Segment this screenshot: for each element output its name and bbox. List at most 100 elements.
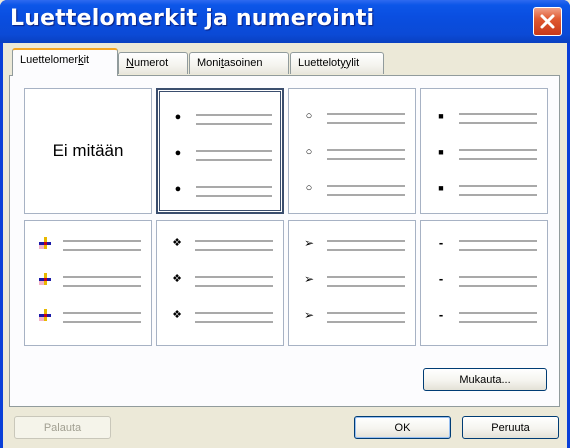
none-label: Ei mitään <box>52 141 124 160</box>
text-line <box>459 285 537 287</box>
hollow-circle-icon: ○ <box>305 110 313 122</box>
bullet-row <box>25 272 151 292</box>
text-line <box>459 194 537 196</box>
bullet-option-filled-dot[interactable]: ● ● ● <box>156 88 284 214</box>
bullet-row: ■ <box>421 181 547 201</box>
colored-cross-icon <box>38 272 52 286</box>
text-line <box>327 276 405 278</box>
text-line <box>327 312 405 314</box>
text-line <box>459 276 537 278</box>
bullet-row: ● <box>158 110 282 130</box>
cancel-button[interactable]: Peruuta <box>462 416 559 439</box>
text-line <box>327 240 405 242</box>
text-line <box>195 240 273 242</box>
dialog-body: Luettelomerkit Numerot Monitasoinen Luet… <box>3 43 567 448</box>
bullet-row: ➢ <box>289 308 415 328</box>
text-line <box>195 276 273 278</box>
tab-numerot[interactable]: Numerot <box>118 52 188 74</box>
text-line <box>459 321 537 323</box>
tab-label: Luettelomerkit <box>20 54 90 66</box>
customize-button[interactable]: Mukauta... <box>423 368 547 391</box>
hollow-circle-icon: ○ <box>305 182 313 194</box>
text-line <box>196 150 272 152</box>
text-line <box>195 312 273 314</box>
bullet-row: ○ <box>289 109 415 129</box>
colored-cross-icon <box>38 308 52 322</box>
four-diamond-icon: ❖ <box>172 309 182 321</box>
filled-dot-icon: ● <box>174 183 182 195</box>
dash-icon: - <box>438 271 444 286</box>
text-line <box>327 285 405 287</box>
arrowhead-icon: ➢ <box>303 272 315 286</box>
dash-icon: - <box>438 307 444 322</box>
text-line <box>327 149 405 151</box>
window-title: Luettelomerkit ja numerointi <box>10 6 375 31</box>
text-line <box>63 249 141 251</box>
filled-square-icon: ■ <box>438 147 444 157</box>
bullet-row: ■ <box>421 145 547 165</box>
text-line <box>63 285 141 287</box>
tab-label: Monitasoinen <box>197 57 263 69</box>
bullet-row: ● <box>158 146 282 166</box>
bullet-row: ➢ <box>289 272 415 292</box>
bullet-row: ❖ <box>157 308 283 328</box>
bullet-gallery-panel: Ei mitään ● ● ● ○ ○ ○ ■ ■ ■ ❖ ❖ ❖ ➢ ➢ ➢ … <box>9 75 560 407</box>
arrowhead-icon: ➢ <box>303 236 315 250</box>
filled-square-icon: ■ <box>438 111 444 121</box>
arrowhead-icon: ➢ <box>303 308 315 322</box>
text-line <box>195 249 273 251</box>
bullet-row: ○ <box>289 145 415 165</box>
text-line <box>327 113 405 115</box>
dash-icon: - <box>438 235 444 250</box>
bullet-option-colored-cross[interactable] <box>24 220 152 346</box>
filled-dot-icon: ● <box>174 111 182 123</box>
tab-monitasoinen[interactable]: Monitasoinen <box>189 52 289 74</box>
text-line <box>196 123 272 125</box>
bullet-row: ❖ <box>157 272 283 292</box>
title-bar[interactable]: Luettelomerkit ja numerointi <box>0 0 570 43</box>
ok-button[interactable]: OK <box>354 416 451 439</box>
text-line <box>63 321 141 323</box>
dialog-window: Luettelomerkit ja numerointi Luettelomer… <box>0 0 570 448</box>
text-line <box>196 114 272 116</box>
filled-dot-icon: ● <box>174 147 182 159</box>
text-line <box>196 186 272 188</box>
bullet-option-none[interactable]: Ei mitään <box>24 88 152 214</box>
text-line <box>327 122 405 124</box>
bullet-row: ❖ <box>157 236 283 256</box>
tab-label: Numerot <box>126 57 169 69</box>
bullet-option-hollow-circle[interactable]: ○ ○ ○ <box>288 88 416 214</box>
text-line <box>195 321 273 323</box>
bullet-row: - <box>421 272 547 292</box>
text-line <box>327 321 405 323</box>
text-line <box>63 312 141 314</box>
tab-luettelomerkit[interactable]: Luettelomerkit <box>12 48 118 76</box>
bullet-row: ■ <box>421 109 547 129</box>
bullet-row <box>25 308 151 328</box>
bullet-option-arrowhead[interactable]: ➢ ➢ ➢ <box>288 220 416 346</box>
text-line <box>327 249 405 251</box>
text-line <box>459 249 537 251</box>
bullet-row: - <box>421 308 547 328</box>
close-button[interactable] <box>533 7 562 36</box>
close-icon <box>540 14 555 29</box>
tab-luettelotyylit[interactable]: Luettelotyylit <box>290 52 384 74</box>
text-line <box>327 158 405 160</box>
text-line <box>63 240 141 242</box>
bullet-option-dash[interactable]: - - - <box>420 220 548 346</box>
bullet-row: - <box>421 236 547 256</box>
text-line <box>63 276 141 278</box>
bullet-row: ○ <box>289 181 415 201</box>
bullet-option-filled-square[interactable]: ■ ■ ■ <box>420 88 548 214</box>
text-line <box>459 122 537 124</box>
colored-cross-icon <box>38 236 52 250</box>
text-line <box>196 159 272 161</box>
four-diamond-icon: ❖ <box>172 273 182 285</box>
text-line <box>459 113 537 115</box>
reset-button[interactable]: Palauta <box>14 416 111 439</box>
text-line <box>459 240 537 242</box>
bullet-row: ● <box>158 182 282 202</box>
hollow-circle-icon: ○ <box>305 146 313 158</box>
tab-label: Luettelotyylit <box>298 57 360 69</box>
bullet-option-four-diamond[interactable]: ❖ ❖ ❖ <box>156 220 284 346</box>
